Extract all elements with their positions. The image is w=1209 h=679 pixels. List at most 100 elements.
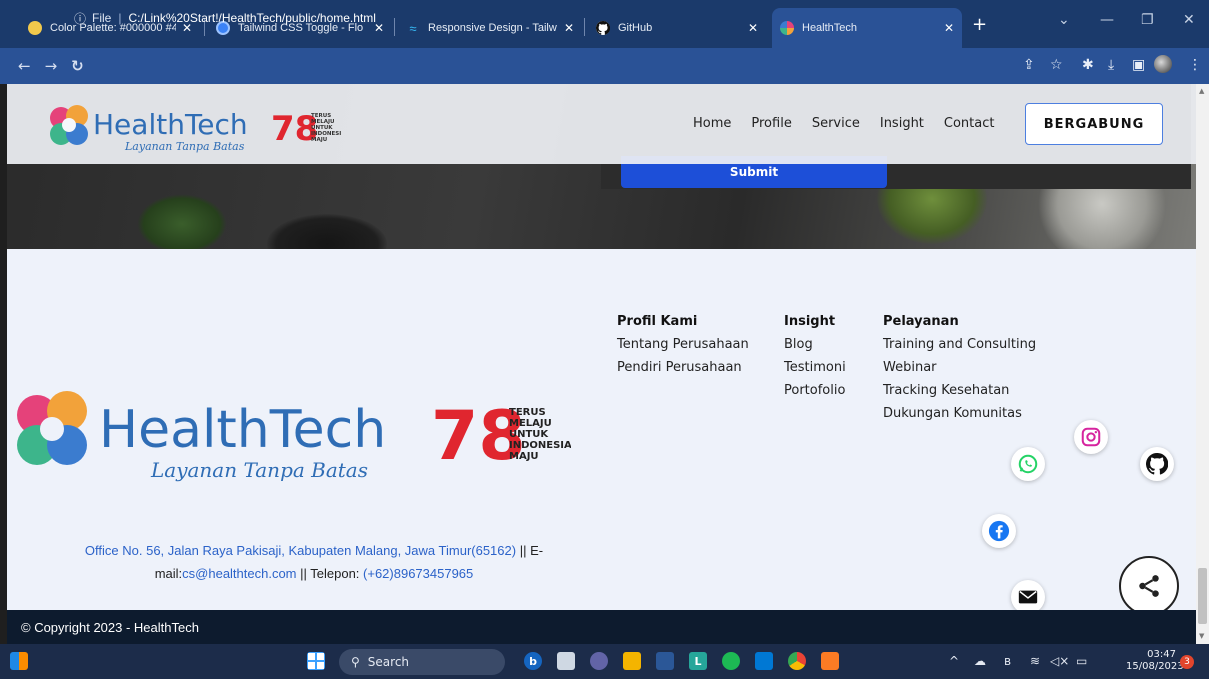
side-panel-icon[interactable]: ▣ — [1132, 57, 1145, 73]
share-page-icon[interactable]: ⇪ — [1023, 57, 1035, 73]
app-l-icon[interactable]: L — [689, 652, 707, 670]
address-separator: || E- — [516, 543, 544, 558]
facebook-icon — [988, 520, 1010, 542]
bowl-decoration — [267, 214, 387, 249]
reload-icon[interactable]: ↻ — [71, 57, 84, 75]
spotify-icon[interactable] — [722, 652, 740, 670]
nav-link-profile[interactable]: Profile — [751, 116, 791, 131]
microsoft-store-icon[interactable] — [656, 652, 674, 670]
scrollbar-thumb[interactable] — [1198, 568, 1207, 624]
volume-muted-icon[interactable]: ◁× — [1050, 654, 1069, 668]
nav-link-contact[interactable]: Contact — [944, 116, 995, 131]
footer-link[interactable]: Tentang Perusahaan — [617, 333, 749, 356]
nav-link-insight[interactable]: Insight — [880, 116, 924, 131]
file-explorer-icon[interactable] — [623, 652, 641, 670]
bookmark-star-icon[interactable]: ☆ — [1050, 57, 1063, 73]
search-icon: ⚲ — [351, 655, 360, 669]
minimize-window-icon[interactable]: — — [1100, 12, 1114, 28]
windows-taskbar: ⚲ Search b L ^ ☁ ʙ ≋ ◁× ▭ 03:47 15/08/20… — [0, 644, 1209, 679]
healthtech-logo[interactable]: HealthTech Layanan Tanpa Batas 78 TERUS … — [41, 96, 341, 156]
forward-arrow-icon[interactable]: → — [45, 57, 58, 75]
footer-link[interactable]: Portofolio — [784, 379, 846, 402]
close-window-icon[interactable]: ✕ — [1183, 12, 1195, 28]
start-menu-icon[interactable] — [307, 652, 325, 670]
back-arrow-icon[interactable]: ← — [18, 57, 31, 75]
footer-anniversary-line: TERUS — [509, 407, 546, 418]
email-link[interactable]: cs@healthtech.com — [182, 566, 296, 581]
phone-link[interactable]: (+62)89673457965 — [363, 566, 473, 581]
phone-label: || Telepon: — [296, 566, 364, 581]
footer-column-profil: Profil Kami Tentang Perusahaan Pendiri P… — [617, 310, 749, 379]
footer-link[interactable]: Tracking Kesehatan — [883, 379, 1036, 402]
profile-avatar[interactable] — [1154, 55, 1172, 73]
url-separator: | — [118, 11, 122, 25]
contact-address: Office No. 56, Jalan Raya Pakisaji, Kabu… — [49, 539, 579, 585]
footer-link[interactable]: Dukungan Komunitas — [883, 402, 1036, 425]
footer-heading: Pelayanan — [883, 314, 959, 329]
footer-anniversary-line: MELAJU — [509, 418, 552, 429]
nav-link-home[interactable]: Home — [693, 116, 731, 131]
task-view-icon[interactable] — [557, 652, 575, 670]
footer-healthtech-logo: HealthTech Layanan Tanpa Batas 78 TERUS … — [17, 391, 571, 482]
email-label: mail: — [154, 566, 183, 581]
taskbar-clock[interactable]: 03:47 15/08/2023 — [1126, 649, 1184, 673]
brand-name: HealthTech — [93, 108, 248, 141]
page-viewport: Submit HealthTech Layanan Tanpa Batas 78… — [7, 84, 1196, 644]
footer-heading: Insight — [784, 314, 836, 329]
instagram-icon — [1081, 427, 1101, 447]
teams-chat-icon[interactable] — [590, 652, 608, 670]
site-info-icon[interactable]: ⓘ — [74, 10, 86, 27]
footer-link[interactable]: Training and Consulting — [883, 333, 1036, 356]
vscode-icon[interactable] — [755, 652, 773, 670]
page-scrollbar[interactable]: ▲ ▼ — [1196, 84, 1209, 644]
anniversary-line: MAJU — [311, 137, 327, 143]
envelope-icon — [1018, 590, 1038, 604]
scroll-up-arrow-icon[interactable]: ▲ — [1199, 87, 1204, 95]
share-toggle-button[interactable] — [1119, 556, 1179, 616]
instagram-button[interactable] — [1074, 420, 1108, 454]
clock-date: 15/08/2023 — [1126, 661, 1184, 672]
nav-link-service[interactable]: Service — [812, 116, 860, 131]
browser-menu-icon[interactable]: ⋮ — [1188, 57, 1202, 73]
bing-icon[interactable]: b — [524, 652, 542, 670]
footer-link[interactable]: Blog — [784, 333, 846, 356]
share-icon — [1139, 575, 1159, 597]
footer-link[interactable]: Pendiri Perusahaan — [617, 356, 749, 379]
copyright-bar: © Copyright 2023 - HealthTech — [7, 610, 1196, 644]
footer-flower-icon — [17, 391, 87, 465]
downloads-icon[interactable]: ⤓ — [1108, 57, 1114, 73]
brand-tagline: Layanan Tanpa Batas — [124, 140, 245, 153]
restore-window-icon[interactable]: ❐ — [1141, 12, 1154, 28]
notification-count-badge[interactable]: 3 — [1180, 655, 1194, 669]
footer-column-insight: Insight Blog Testimoni Portofolio — [784, 310, 846, 402]
footer-link[interactable]: Testimoni — [784, 356, 846, 379]
join-button[interactable]: BERGABUNG — [1025, 103, 1163, 145]
onedrive-cloud-icon[interactable]: ☁ — [974, 654, 986, 668]
whatsapp-button[interactable] — [1011, 447, 1045, 481]
github-icon — [1146, 453, 1168, 475]
nav-links: Home Profile Service Insight Contact — [693, 116, 1014, 131]
scroll-down-arrow-icon[interactable]: ▼ — [1199, 632, 1204, 640]
url-path: C:/Link%20Start!/HealthTech/public/home.… — [128, 11, 376, 25]
site-navbar: HealthTech Layanan Tanpa Batas 78 TERUS … — [7, 84, 1196, 164]
copyright-text: © Copyright 2023 - HealthTech — [21, 619, 199, 635]
github-button[interactable] — [1140, 447, 1174, 481]
extensions-puzzle-icon[interactable]: ✱ — [1082, 57, 1094, 73]
email-button[interactable] — [1011, 580, 1045, 614]
tray-overflow-chevron-icon[interactable]: ^ — [949, 654, 959, 668]
battery-icon[interactable]: ▭ — [1076, 654, 1087, 668]
footer-column-pelayanan: Pelayanan Training and Consulting Webina… — [883, 310, 1036, 425]
taskbar-search-box[interactable]: ⚲ Search — [339, 649, 505, 675]
plant-decoration — [137, 194, 227, 249]
bluetooth-icon[interactable]: ʙ — [1004, 654, 1011, 668]
widgets-icon[interactable] — [10, 652, 28, 670]
xampp-icon[interactable] — [821, 652, 839, 670]
address-bar[interactable]: ⓘ File | C:/Link%20Start!/HealthTech/pub… — [74, 6, 1034, 30]
footer-link[interactable]: Webinar — [883, 356, 1036, 379]
wifi-icon[interactable]: ≋ — [1030, 654, 1040, 668]
chrome-icon[interactable] — [788, 652, 806, 670]
facebook-button[interactable] — [982, 514, 1016, 548]
footer-brand-tagline: Layanan Tanpa Batas — [150, 458, 368, 482]
tab-search-chevron-icon[interactable]: ⌄ — [1058, 12, 1070, 28]
site-footer: HealthTech Layanan Tanpa Batas 78 TERUS … — [7, 249, 1196, 610]
